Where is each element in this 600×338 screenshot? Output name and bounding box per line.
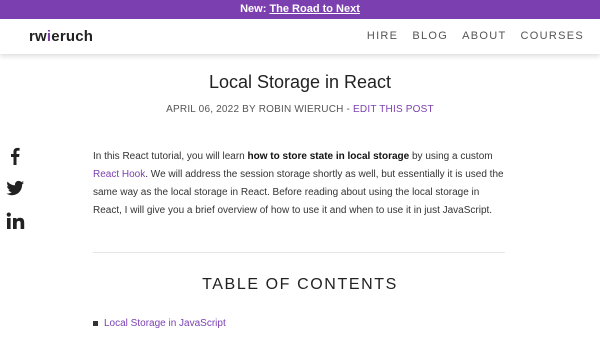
nav-courses[interactable]: COURSES	[521, 30, 585, 42]
article-date-author: APRIL 06, 2022 BY ROBIN WIERUCH -	[166, 104, 351, 115]
nav-about[interactable]: ABOUT	[462, 30, 506, 42]
announcement-banner: New: The Road to Next	[0, 0, 600, 19]
article-title: Local Storage in React	[208, 72, 392, 92]
intro-bold: how to store state in local storage	[247, 151, 410, 162]
share-bar	[4, 145, 26, 231]
twitter-icon[interactable]	[4, 178, 26, 198]
bullet-icon	[93, 321, 98, 326]
site-logo[interactable]: rwieruch	[29, 28, 93, 45]
banner-link[interactable]: The Road to Next	[269, 3, 359, 15]
nav-hire[interactable]: HIRE	[367, 30, 398, 42]
toc-title: TABLE OF CONTENTS	[202, 276, 398, 293]
navbar: rwieruch HIRE BLOG ABOUT COURSES	[0, 19, 600, 54]
toc-link[interactable]: Local Storage in JavaScript	[104, 318, 226, 329]
divider	[93, 252, 505, 253]
edit-post-link[interactable]: EDIT THIS POST	[353, 104, 434, 115]
toc-item: Local Storage in JavaScript	[93, 318, 226, 329]
nav-links: HIRE BLOG ABOUT COURSES	[367, 30, 584, 42]
linkedin-icon[interactable]	[4, 211, 26, 231]
nav-blog[interactable]: BLOG	[412, 30, 448, 42]
react-hook-link[interactable]: React Hook	[93, 169, 145, 180]
facebook-icon[interactable]	[4, 145, 26, 165]
article-meta: APRIL 06, 2022 BY ROBIN WIERUCH - EDIT T…	[0, 104, 600, 115]
toc-list: Local Storage in JavaScript	[93, 318, 226, 329]
article-intro: In this React tutorial, you will learn h…	[93, 151, 504, 216]
banner-prefix: New:	[240, 3, 267, 15]
